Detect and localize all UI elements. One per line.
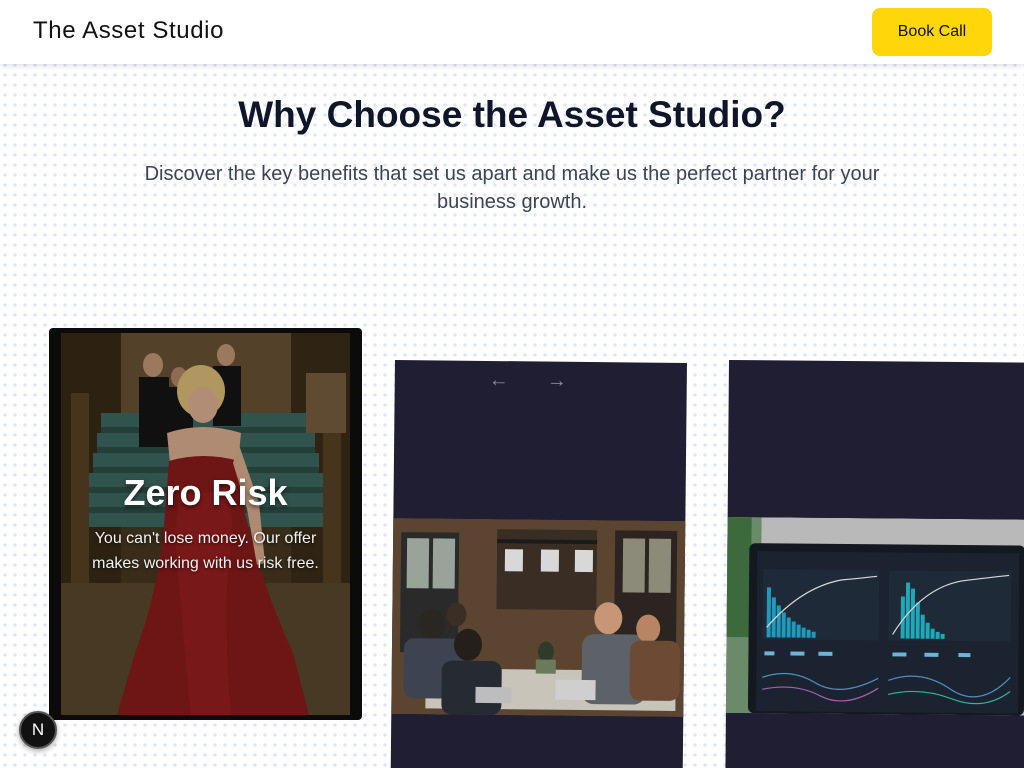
benefit-card-team[interactable]: ← → <box>390 360 687 768</box>
site-header: The Asset Studio Book Call <box>0 0 1024 64</box>
section-title: Why Choose the Asset Studio? <box>238 94 786 135</box>
book-call-button[interactable]: Book Call <box>872 8 992 56</box>
analytics-dashboard-photo <box>725 516 1024 716</box>
arrow-left-icon[interactable]: ← <box>489 369 509 392</box>
benefit-card-analytics[interactable] <box>725 360 1024 768</box>
floating-n-badge[interactable]: N <box>19 711 57 749</box>
arrow-right-icon[interactable]: → <box>547 370 567 393</box>
card-overlay <box>61 333 350 715</box>
benefit-card-zero-risk[interactable]: Zero Risk You can't lose money. Our offe… <box>49 328 362 720</box>
card-description: You can't lose money. Our offer makes wo… <box>92 530 319 572</box>
section-subtitle: Discover the key benefits that set us ap… <box>144 163 880 213</box>
brand-logo[interactable]: The Asset Studio <box>33 17 224 45</box>
card-title: Zero Risk <box>123 472 288 513</box>
team-meeting-photo <box>390 517 687 718</box>
